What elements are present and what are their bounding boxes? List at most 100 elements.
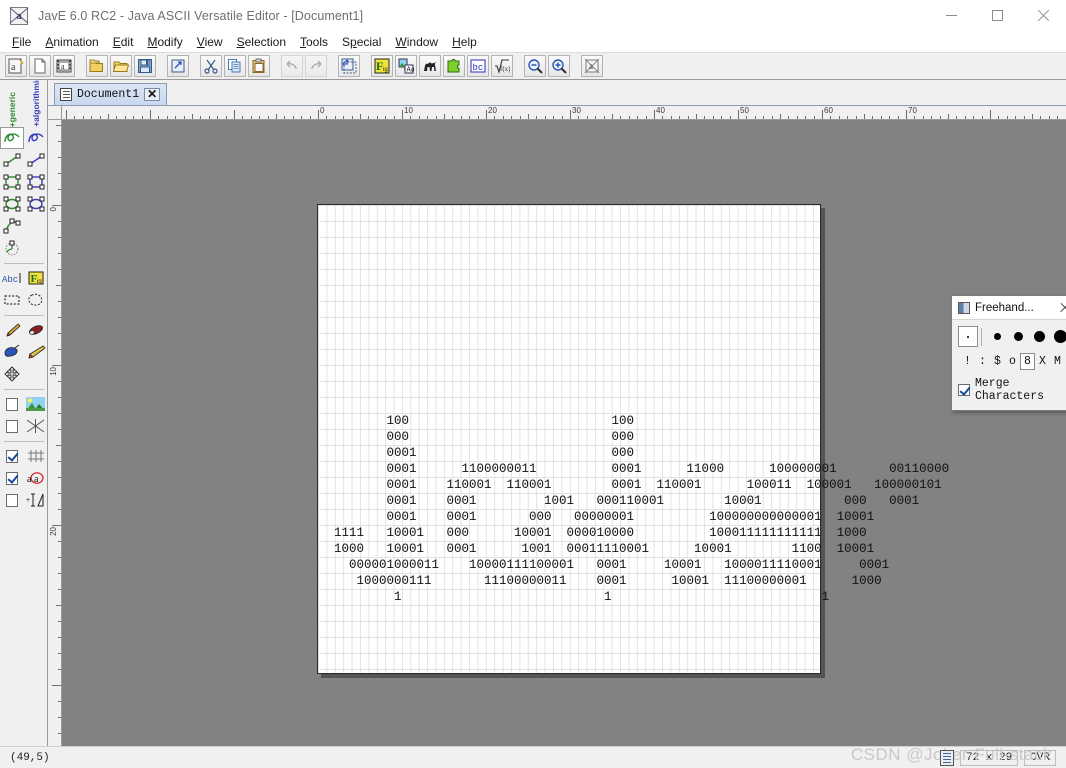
about-icon[interactable]: a	[581, 55, 603, 77]
copy-icon[interactable]	[224, 55, 246, 77]
menu-help[interactable]: Help	[445, 34, 484, 50]
brush-size-3[interactable]	[1008, 326, 1029, 347]
new-animation-icon[interactable]: a	[53, 55, 75, 77]
export-icon[interactable]	[167, 55, 189, 77]
measure-icon[interactable]: +	[24, 489, 48, 511]
brush-size-4[interactable]	[1029, 326, 1050, 347]
move-tool[interactable]	[0, 363, 24, 385]
menu-special[interactable]: Special	[335, 34, 388, 50]
highlight-chars-option[interactable]	[0, 467, 24, 489]
airbrush-tool[interactable]	[24, 341, 48, 363]
freehand-generic-tool[interactable]	[0, 127, 24, 149]
brush-char-![interactable]: !	[960, 353, 975, 370]
eraser-tool[interactable]	[24, 319, 48, 341]
ruler-tick	[402, 110, 403, 119]
landscape-icon[interactable]	[24, 393, 48, 415]
brush-size-5[interactable]	[1050, 326, 1066, 347]
freehand-dialog-close-icon[interactable]	[1057, 300, 1066, 316]
arc-generic-tool[interactable]	[0, 237, 24, 259]
figlet-text-tool[interactable]: Fig	[24, 267, 48, 289]
paintbrush-tool[interactable]	[0, 319, 24, 341]
menu-edit[interactable]: Edit	[106, 34, 141, 50]
barcode-icon[interactable]: bc	[467, 55, 489, 77]
ruler-tick	[393, 116, 395, 119]
fill-tool[interactable]	[0, 341, 24, 363]
menu-animation[interactable]: Animation	[38, 34, 105, 50]
cut-icon[interactable]	[200, 55, 222, 77]
shadow-option[interactable]	[0, 415, 24, 437]
insert-mode-badge[interactable]: OVR	[1024, 749, 1056, 766]
show-ruler-option[interactable]	[0, 489, 24, 511]
brush-char-8[interactable]: 8	[1020, 353, 1035, 370]
ruler-tick	[906, 110, 907, 119]
ruler-tick	[58, 141, 61, 142]
ascii-art-content[interactable]: 100 100 000 000 0001 000 0001 1100000011…	[318, 413, 949, 605]
new-document-icon[interactable]	[29, 55, 51, 77]
menu-selection[interactable]: Selection	[230, 34, 293, 50]
paste-icon[interactable]	[248, 55, 270, 77]
ascii-art-line: 100 100	[319, 414, 635, 428]
curve-generic-tool[interactable]	[0, 215, 24, 237]
line-generic-tool[interactable]	[0, 149, 24, 171]
freehand-algorithmic-tool[interactable]	[24, 127, 48, 149]
red-a-icon[interactable]: aa	[24, 467, 48, 489]
ruler-tick	[956, 116, 958, 119]
ellipse-algorithmic-tool[interactable]	[24, 193, 48, 215]
rect-select-tool[interactable]	[0, 289, 24, 311]
brush-char-:[interactable]: :	[975, 353, 990, 370]
line-algorithmic-tool[interactable]	[24, 149, 48, 171]
menu-view[interactable]: View	[190, 34, 230, 50]
tab-close-icon[interactable]: ✕	[144, 88, 161, 101]
text-tool[interactable]: Abc	[0, 267, 24, 289]
open-project-icon[interactable]	[86, 55, 108, 77]
figlet-icon[interactable]: Fig	[371, 55, 393, 77]
merge-characters-checkbox[interactable]	[958, 384, 970, 396]
save-icon[interactable]	[134, 55, 156, 77]
resize-canvas-icon[interactable]	[338, 55, 360, 77]
zoom-in-icon[interactable]	[548, 55, 570, 77]
brush-size-1[interactable]	[958, 326, 979, 347]
menu-tools[interactable]: Tools	[293, 34, 335, 50]
menu-file[interactable]: File	[5, 34, 38, 50]
ruler-corner	[48, 106, 62, 120]
ruler-label: 20	[49, 527, 58, 536]
brush-char-$[interactable]: $	[990, 353, 1005, 370]
freehand-dialog[interactable]: Freehand... !: $ o 8 X M Merge Character…	[951, 295, 1066, 411]
crosshatch-icon[interactable]	[24, 415, 48, 437]
ascii-document-sheet[interactable]: 100 100 000 000 0001 000 0001 1100000011…	[317, 204, 949, 674]
grid-icon[interactable]	[24, 445, 48, 467]
new-ascii-art-icon[interactable]: a	[5, 55, 27, 77]
image-to-ascii-icon[interactable]: Aa	[395, 55, 417, 77]
brush-char-X[interactable]: X	[1035, 353, 1050, 370]
brush-size-2[interactable]	[987, 326, 1008, 347]
merge-characters-row[interactable]: Merge Characters	[958, 377, 1066, 403]
ellipse-generic-tool[interactable]	[0, 193, 24, 215]
zoom-out-icon[interactable]	[524, 55, 546, 77]
brush-char-o[interactable]: o	[1005, 353, 1020, 370]
show-grid-option[interactable]	[0, 445, 24, 467]
open-folder-icon[interactable]	[110, 55, 132, 77]
brush-char-M[interactable]: M	[1050, 353, 1065, 370]
ruler-tick	[276, 114, 277, 119]
ruler-tick	[58, 509, 61, 510]
canvas-area[interactable]: 100 100 000 000 0001 000 0001 1100000011…	[62, 120, 1066, 746]
rectangle-generic-tool[interactable]	[0, 171, 24, 193]
camel-icon[interactable]	[419, 55, 441, 77]
doc-info-icon[interactable]	[939, 749, 954, 766]
minimize-button[interactable]	[928, 0, 974, 31]
option-row-shadow	[0, 415, 48, 437]
maximize-button[interactable]	[974, 0, 1020, 31]
menu-window[interactable]: Window	[388, 34, 445, 50]
lasso-select-tool[interactable]	[24, 289, 48, 311]
ruler-tick	[58, 461, 61, 462]
formula-icon[interactable]: f(x)	[491, 55, 513, 77]
background-image-option[interactable]	[0, 393, 24, 415]
rectangle-algorithmic-tool[interactable]	[24, 171, 48, 193]
puzzle-icon[interactable]	[443, 55, 465, 77]
ruler-label: 10	[404, 106, 413, 115]
ruler-tick	[889, 116, 891, 119]
close-button[interactable]	[1020, 0, 1066, 31]
menu-modify[interactable]: Modify	[140, 34, 189, 50]
tab-document1[interactable]: Document1 ✕	[54, 83, 168, 105]
ruler-tick	[301, 116, 303, 119]
